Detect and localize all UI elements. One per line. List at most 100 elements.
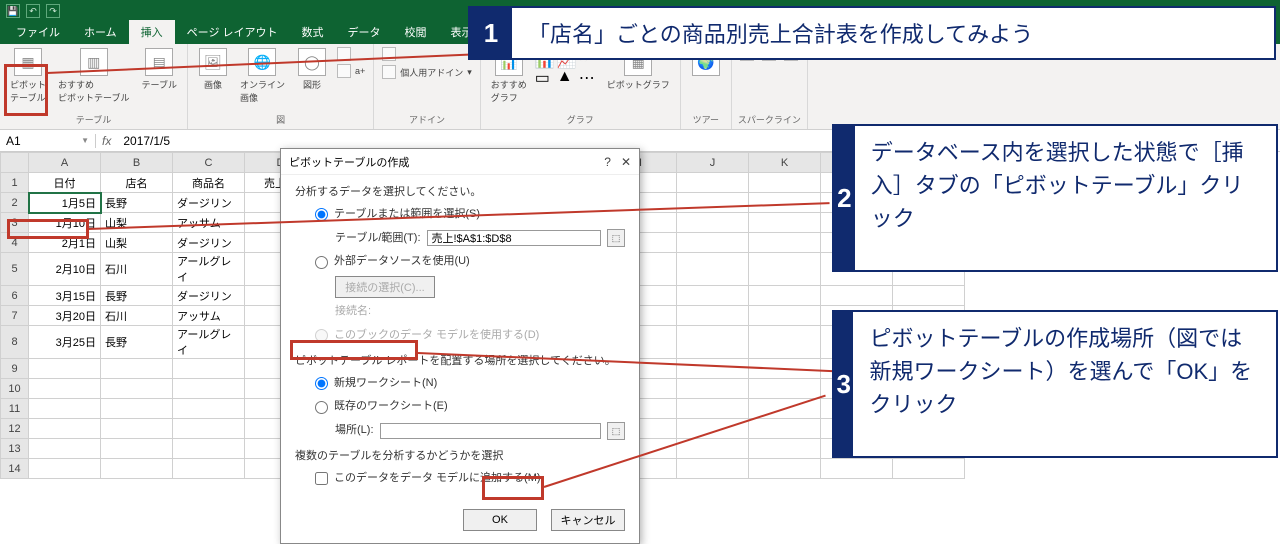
ok-button[interactable]: OK <box>463 509 537 531</box>
cell[interactable]: 長野 <box>101 286 173 306</box>
cell[interactable]: 1月5日 <box>29 193 101 213</box>
rec-pivot-button[interactable]: ▥ おすすめ ピボットテーブル <box>54 46 133 106</box>
tab-insert[interactable]: 挿入 <box>129 20 175 44</box>
row-header[interactable]: 12 <box>1 419 29 439</box>
row-header[interactable]: 4 <box>1 233 29 253</box>
pivot-table-button[interactable]: ▦ ピボット テーブル <box>6 46 50 106</box>
row-header[interactable]: 8 <box>1 326 29 359</box>
row-header[interactable]: 10 <box>1 379 29 399</box>
cell[interactable]: 山梨 <box>101 213 173 233</box>
cell[interactable] <box>749 253 821 286</box>
tab-pagelayout[interactable]: ページ レイアウト <box>175 20 290 44</box>
cell[interactable] <box>677 399 749 419</box>
chk-add-datamodel[interactable]: このデータをデータ モデルに追加する(M) <box>315 469 625 489</box>
chevron-down-icon[interactable]: ▼ <box>81 136 89 145</box>
cell[interactable] <box>173 399 245 419</box>
cell[interactable] <box>749 213 821 233</box>
cell[interactable]: 2月1日 <box>29 233 101 253</box>
cell[interactable]: アールグレイ <box>173 253 245 286</box>
cell[interactable] <box>749 306 821 326</box>
cell[interactable]: 3月15日 <box>29 286 101 306</box>
cell[interactable]: 店名 <box>101 173 173 193</box>
cell[interactable] <box>173 379 245 399</box>
row-header[interactable]: 11 <box>1 399 29 419</box>
row-header[interactable]: 13 <box>1 439 29 459</box>
myaddin-button[interactable]: 個人用アドイン ▾ <box>380 64 474 80</box>
cell[interactable] <box>749 173 821 193</box>
cell[interactable] <box>677 459 749 479</box>
cell[interactable] <box>29 439 101 459</box>
range-ref-button[interactable]: ⬚ <box>607 229 625 247</box>
row-header[interactable]: 1 <box>1 173 29 193</box>
undo-icon[interactable]: ↶ <box>26 4 40 18</box>
location-input[interactable] <box>380 423 602 439</box>
cell[interactable] <box>893 286 965 306</box>
fx-icon[interactable]: fx <box>96 134 117 148</box>
cell[interactable] <box>677 359 749 379</box>
row-header[interactable]: 14 <box>1 459 29 479</box>
checkbox-datamodel[interactable] <box>315 472 328 485</box>
cell[interactable] <box>677 233 749 253</box>
cell[interactable]: ダージリン <box>173 286 245 306</box>
cell[interactable]: 山梨 <box>101 233 173 253</box>
radio-new-ws[interactable] <box>315 377 328 390</box>
tab-review[interactable]: 校閲 <box>393 20 439 44</box>
cell[interactable] <box>101 459 173 479</box>
cell[interactable] <box>173 359 245 379</box>
cell[interactable]: ダージリン <box>173 233 245 253</box>
name-box[interactable]: A1▼ <box>0 134 96 148</box>
column-header[interactable]: C <box>173 153 245 173</box>
column-header[interactable]: K <box>749 153 821 173</box>
cell[interactable] <box>101 359 173 379</box>
cell[interactable]: 3月25日 <box>29 326 101 359</box>
cell[interactable] <box>677 326 749 359</box>
cell[interactable] <box>677 173 749 193</box>
cell[interactable] <box>173 419 245 439</box>
cell[interactable] <box>677 379 749 399</box>
cell[interactable] <box>749 326 821 359</box>
tab-file[interactable]: ファイル <box>4 20 72 44</box>
opt-new-worksheet[interactable]: 新規ワークシート(N) <box>315 374 625 394</box>
area-chart-icon[interactable]: ▲ <box>557 68 575 84</box>
close-icon[interactable]: ✕ <box>621 155 631 169</box>
cell[interactable] <box>101 439 173 459</box>
row-header[interactable]: 6 <box>1 286 29 306</box>
cell[interactable]: 2月10日 <box>29 253 101 286</box>
column-header[interactable]: A <box>29 153 101 173</box>
row-header[interactable]: 2 <box>1 193 29 213</box>
cell[interactable] <box>749 459 821 479</box>
cell[interactable]: 長野 <box>101 326 173 359</box>
cell[interactable] <box>677 213 749 233</box>
cell[interactable] <box>749 233 821 253</box>
opt-existing-worksheet[interactable]: 既存のワークシート(E) <box>315 397 625 417</box>
cell[interactable] <box>29 359 101 379</box>
save-icon[interactable]: 💾 <box>6 4 20 18</box>
scatter-chart-icon[interactable]: ⋯ <box>579 68 597 84</box>
row-header[interactable]: 7 <box>1 306 29 326</box>
bar-chart-icon[interactable]: ▭ <box>535 68 553 84</box>
cell[interactable] <box>677 286 749 306</box>
cell[interactable] <box>749 439 821 459</box>
cell[interactable] <box>101 379 173 399</box>
shapes-button[interactable]: ◯図形 <box>293 46 331 93</box>
tab-home[interactable]: ホーム <box>72 20 129 44</box>
cell[interactable]: ダージリン <box>173 193 245 213</box>
cell[interactable] <box>29 419 101 439</box>
cell[interactable]: 商品名 <box>173 173 245 193</box>
help-icon[interactable]: ? <box>604 155 611 169</box>
cell[interactable]: アールグレイ <box>173 326 245 359</box>
cell[interactable]: 石川 <box>101 306 173 326</box>
row-header[interactable]: 5 <box>1 253 29 286</box>
cell[interactable] <box>29 379 101 399</box>
cell[interactable] <box>677 439 749 459</box>
range-input[interactable] <box>427 230 602 246</box>
column-header[interactable]: J <box>677 153 749 173</box>
cell[interactable] <box>677 306 749 326</box>
opt-external[interactable]: 外部データソースを使用(U) <box>315 252 625 272</box>
cell[interactable] <box>677 253 749 286</box>
cell[interactable] <box>677 193 749 213</box>
cell[interactable] <box>101 399 173 419</box>
cell[interactable] <box>749 419 821 439</box>
formula-input[interactable]: 2017/1/5 <box>117 134 176 148</box>
column-header[interactable]: B <box>101 153 173 173</box>
